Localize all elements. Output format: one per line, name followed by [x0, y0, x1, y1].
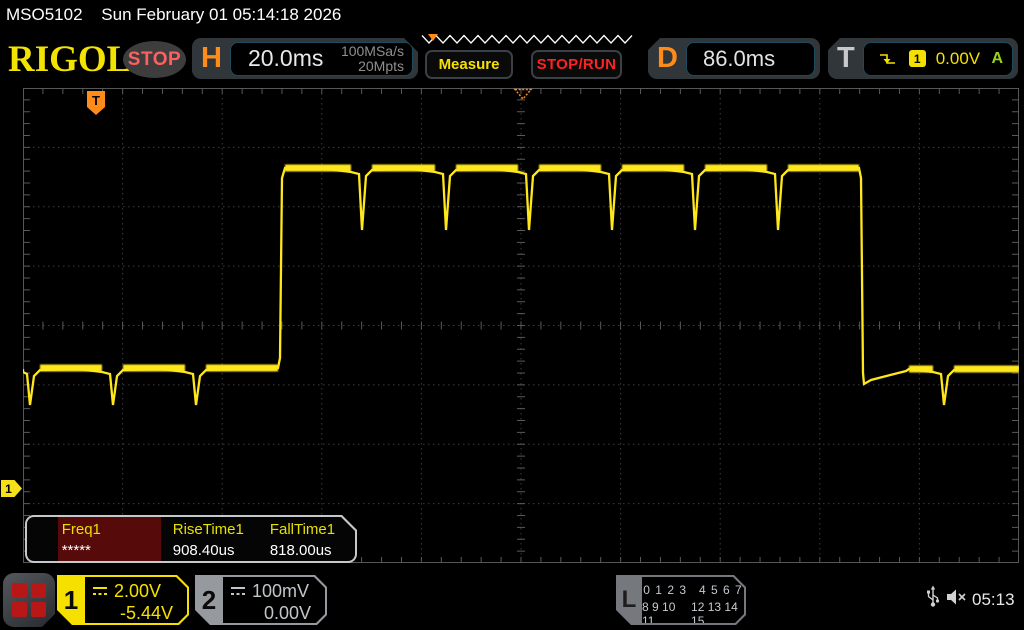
trigger-control[interactable]: T 1 0.00V A [828, 38, 1018, 79]
titlebar: MSO5102 Sun February 01 05:14:18 2026 [6, 5, 341, 25]
model-name: MSO5102 [6, 5, 83, 24]
acquisition-info: 100MSa/s 20Mpts [341, 44, 404, 74]
timebase-panel: 20.0ms 100MSa/s 20Mpts [230, 42, 413, 76]
measurement-risetime1[interactable]: RiseTime1 908.40us [169, 517, 266, 561]
logic-analyzer-label: L [616, 575, 642, 625]
measurement-name: RiseTime1 [173, 521, 266, 538]
channel1-trace-band [40, 168, 1019, 369]
menu-grid-icon [12, 583, 46, 617]
logic-analyzer-channels: 0 1 2 3 4 5 6 7 8 9 10 11 12 13 14 15 [642, 577, 744, 623]
delay-control[interactable]: D 86.0ms [648, 38, 820, 79]
run-state-badge[interactable]: STOP [123, 41, 186, 78]
channel1-ground-marker[interactable]: 1 [1, 480, 22, 497]
horizontal-label: H [201, 44, 222, 73]
speaker-muted-icon [946, 588, 968, 606]
digital-channels-4-7: 4 5 6 7 [699, 583, 743, 597]
measurement-falltime1[interactable]: FallTime1 818.00us [266, 517, 355, 561]
measurement-panel-spacer [27, 517, 58, 561]
waveform-display[interactable]: T [23, 88, 1019, 563]
trigger-label: T [837, 44, 855, 73]
horizontal-position-ribbon[interactable] [418, 32, 638, 47]
menu-button[interactable] [3, 573, 55, 627]
channel1-control[interactable]: 1 2.00V -5.44V [57, 575, 189, 625]
measurement-panel[interactable]: Freq1 ***** RiseTime1 908.40us FallTime1… [25, 515, 357, 563]
trigger-source-badge: 1 [909, 50, 926, 67]
channel1-scale: 2.00V [114, 581, 161, 602]
measurement-panel-inner: Freq1 ***** RiseTime1 908.40us FallTime1… [27, 517, 355, 561]
measure-button-label: Measure [439, 56, 500, 73]
measurement-freq1[interactable]: Freq1 ***** [58, 517, 161, 561]
oscilloscope-screen: MSO5102 Sun February 01 05:14:18 2026 RI… [0, 0, 1024, 630]
rigol-logo: RIGOL [8, 38, 123, 81]
channel1-info: 2.00V -5.44V [85, 577, 187, 623]
trigger-panel: 1 0.00V A [863, 42, 1013, 76]
waveform-overview-zigzag [418, 32, 638, 47]
delay-value: 86.0ms [703, 46, 775, 72]
dc-coupling-icon [92, 586, 108, 597]
measure-button[interactable]: Measure [425, 50, 513, 79]
stop-run-button[interactable]: STOP/RUN [531, 50, 622, 79]
trigger-position-marker[interactable]: T [87, 91, 105, 115]
digital-channels-0-3: 0 1 2 3 [643, 583, 687, 597]
delay-reference-marker[interactable] [515, 90, 531, 100]
measurement-value: 818.00us [270, 542, 355, 559]
usb-icon [926, 585, 940, 608]
falling-edge-icon [878, 51, 897, 67]
channel1-ground-label: 1 [5, 482, 12, 496]
channel2-scale: 100mV [252, 581, 309, 602]
svg-text:T: T [92, 93, 100, 108]
ribbon-trigger-marker[interactable] [428, 34, 438, 41]
channel1-number: 1 [57, 575, 85, 625]
datetime: Sun February 01 05:14:18 2026 [101, 5, 341, 24]
delay-label: D [657, 44, 678, 73]
sample-rate: 100MSa/s [341, 44, 404, 59]
stop-run-button-label: STOP/RUN [537, 56, 617, 73]
logic-analyzer-control[interactable]: L 0 1 2 3 4 5 6 7 8 9 10 11 12 13 14 15 [616, 575, 746, 625]
dc-coupling-icon [230, 586, 246, 597]
trigger-sweep-mode: A [991, 50, 1003, 68]
measurement-value: 908.40us [173, 542, 266, 559]
channel2-number: 2 [195, 575, 223, 625]
measurement-value: ***** [62, 542, 161, 559]
channel2-control[interactable]: 2 100mV 0.00V [195, 575, 327, 625]
horizontal-timebase-control[interactable]: H 20.0ms 100MSa/s 20Mpts [192, 38, 418, 79]
memory-depth: 20Mpts [341, 59, 404, 74]
trigger-level-value: 0.00V [936, 49, 980, 69]
measurement-name: Freq1 [62, 521, 161, 538]
timebase-value: 20.0ms [248, 45, 323, 72]
channel2-info: 100mV 0.00V [223, 577, 325, 623]
measurement-name: FallTime1 [270, 521, 355, 538]
channel2-offset: 0.00V [264, 603, 311, 623]
clock: 05:13 [972, 590, 1015, 610]
channel1-offset: -5.44V [120, 603, 173, 623]
delay-panel: 86.0ms [686, 42, 815, 76]
